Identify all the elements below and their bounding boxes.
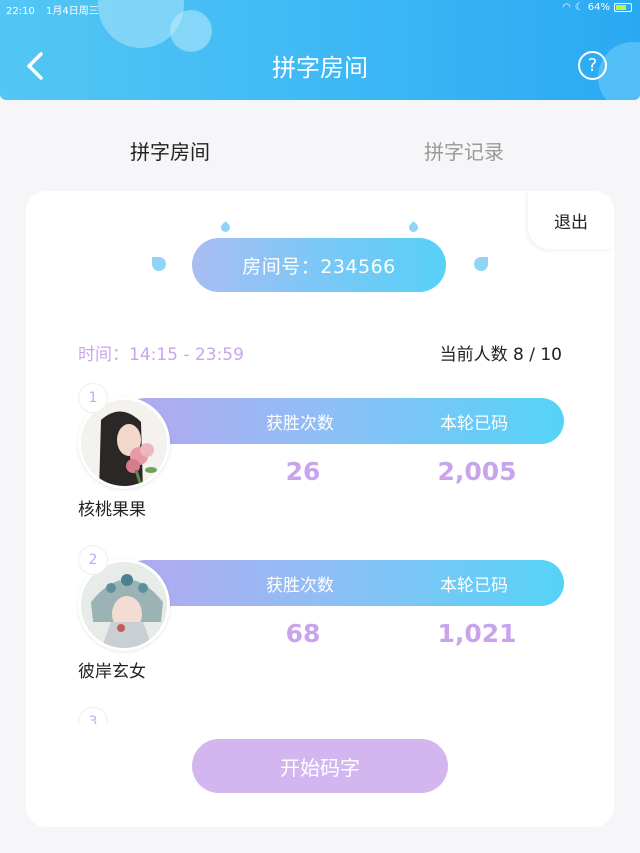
time-range: 时间：14:15 - 23:59 — [78, 345, 244, 365]
droplet-icon — [474, 257, 488, 271]
wins-label: 获胜次数 — [266, 576, 334, 596]
wifi-icon: ◠ — [562, 2, 571, 13]
player-row: 3 — [26, 707, 614, 724]
stats-band: 获胜次数 本轮已码 — [122, 398, 564, 444]
question-icon: ? — [587, 55, 598, 76]
room-card: 退出 房间号：234566 时间：14:15 - 23:59 当前人数 8 / … — [26, 191, 614, 827]
droplet-icon — [219, 221, 232, 234]
status-time: 22:10 — [6, 6, 35, 17]
rank-badge: 2 — [78, 545, 108, 575]
typed-label: 本轮已码 — [440, 576, 508, 596]
rank-badge: 3 — [78, 707, 108, 724]
stats-band: 获胜次数 本轮已码 — [122, 560, 564, 606]
typed-value: 1,021 — [437, 619, 517, 648]
decorative-bubble — [170, 10, 212, 52]
top-bar: 22:10 1月4日周三 ◠ ☾ 64% 拼字房间 ? — [0, 0, 640, 100]
status-bar-left: 22:10 1月4日周三 — [6, 2, 99, 17]
player-row: 获胜次数 本轮已码 2 68 1,021 彼岸玄女 — [26, 545, 614, 707]
droplet-icon — [407, 221, 420, 234]
battery-percent: 64% — [587, 2, 610, 13]
moon-icon: ☾ — [574, 2, 584, 13]
typed-value: 2,005 — [437, 457, 517, 486]
wins-value: 68 — [285, 619, 321, 648]
page-title: 拼字房间 — [272, 54, 368, 82]
status-bar-right: ◠ ☾ 64% — [562, 2, 632, 13]
player-row: 获胜次数 本轮已码 1 26 2,005 核桃果果 — [26, 383, 614, 545]
player-count: 当前人数 8 / 10 — [439, 345, 562, 365]
avatar-image — [81, 562, 167, 648]
typed-label: 本轮已码 — [440, 414, 508, 434]
help-button[interactable]: ? — [578, 51, 607, 80]
wins-value: 26 — [285, 457, 321, 486]
droplet-icon — [152, 257, 166, 271]
avatar-image — [81, 400, 167, 486]
status-date: 1月4日周三 — [46, 6, 99, 17]
tab-room[interactable]: 拼字房间 — [130, 136, 210, 165]
rank-badge: 1 — [78, 383, 108, 413]
room-number-badge: 房间号：234566 — [192, 238, 446, 292]
battery-icon — [614, 3, 632, 12]
exit-button[interactable]: 退出 — [528, 191, 614, 249]
tab-records[interactable]: 拼字记录 — [424, 136, 504, 165]
player-name: 彼岸玄女 — [78, 662, 146, 682]
wins-label: 获胜次数 — [266, 414, 334, 434]
start-typing-button[interactable]: 开始码字 — [192, 739, 448, 793]
player-name: 核桃果果 — [78, 500, 146, 520]
